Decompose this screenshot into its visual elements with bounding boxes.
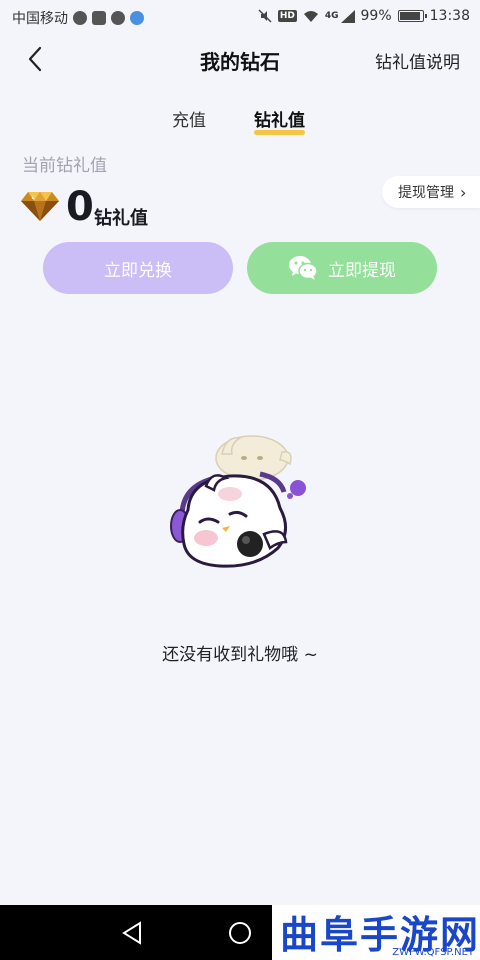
withdraw-now-label: 立即提现 [328, 260, 396, 281]
status-right: HD 4G 99% 13:38 [258, 8, 470, 24]
tab-diamond-value-label: 钻礼值 [254, 111, 305, 131]
balance-unit: 钻礼值 [94, 208, 148, 229]
diamond-icon [21, 192, 59, 221]
withdraw-management-label: 提现管理 [398, 185, 454, 201]
balance-label: 当前钻礼值 [22, 156, 107, 176]
wifi-icon [303, 10, 318, 22]
nav-home-icon[interactable] [226, 919, 254, 947]
chevron-right-icon: › [460, 182, 467, 202]
header: 我的钻石 钻礼值说明 [0, 34, 480, 84]
tab-bar: 充值 钻礼值 [0, 98, 480, 138]
wechat-icon [289, 256, 318, 280]
video-app-icon [92, 11, 106, 25]
app-icon [130, 11, 144, 25]
battery-icon [397, 10, 427, 22]
mute-icon [258, 9, 272, 23]
hd-icon: HD [277, 10, 297, 22]
status-bar: 中国移动 HD 4G 99% 13:38 [0, 0, 480, 34]
withdraw-now-button[interactable]: 立即提现 [247, 242, 437, 294]
clock: 13:38 [429, 8, 470, 24]
message-icon [111, 11, 125, 25]
wechat-icon [73, 11, 87, 25]
signal-icon [340, 9, 355, 23]
tab-recharge-label: 充值 [172, 111, 206, 131]
network-type: 4G [324, 11, 339, 21]
balance-value: 0 [66, 184, 94, 230]
empty-state-mascot-illustration [170, 435, 306, 568]
battery-percent: 99% [360, 8, 392, 24]
nav-back-icon[interactable] [118, 919, 146, 947]
exchange-now-button[interactable]: 立即兑换 [43, 242, 233, 294]
watermark: 曲阜手游网 ZWFW.QFSP.NET [272, 905, 480, 960]
withdraw-management-button[interactable]: 提现管理 › [382, 176, 480, 208]
diamond-value-help-link[interactable]: 钻礼值说明 [375, 48, 460, 73]
tab-diamond-value[interactable]: 钻礼值 [254, 106, 305, 135]
status-left: 中国移动 [12, 8, 144, 28]
exchange-now-label: 立即兑换 [104, 260, 172, 281]
watermark-url: ZWFW.QFSP.NET [392, 947, 474, 958]
empty-state-message: 还没有收到礼物哦 ~ [162, 645, 318, 665]
carrier-name: 中国移动 [12, 11, 68, 27]
tab-recharge[interactable]: 充值 [172, 106, 206, 131]
